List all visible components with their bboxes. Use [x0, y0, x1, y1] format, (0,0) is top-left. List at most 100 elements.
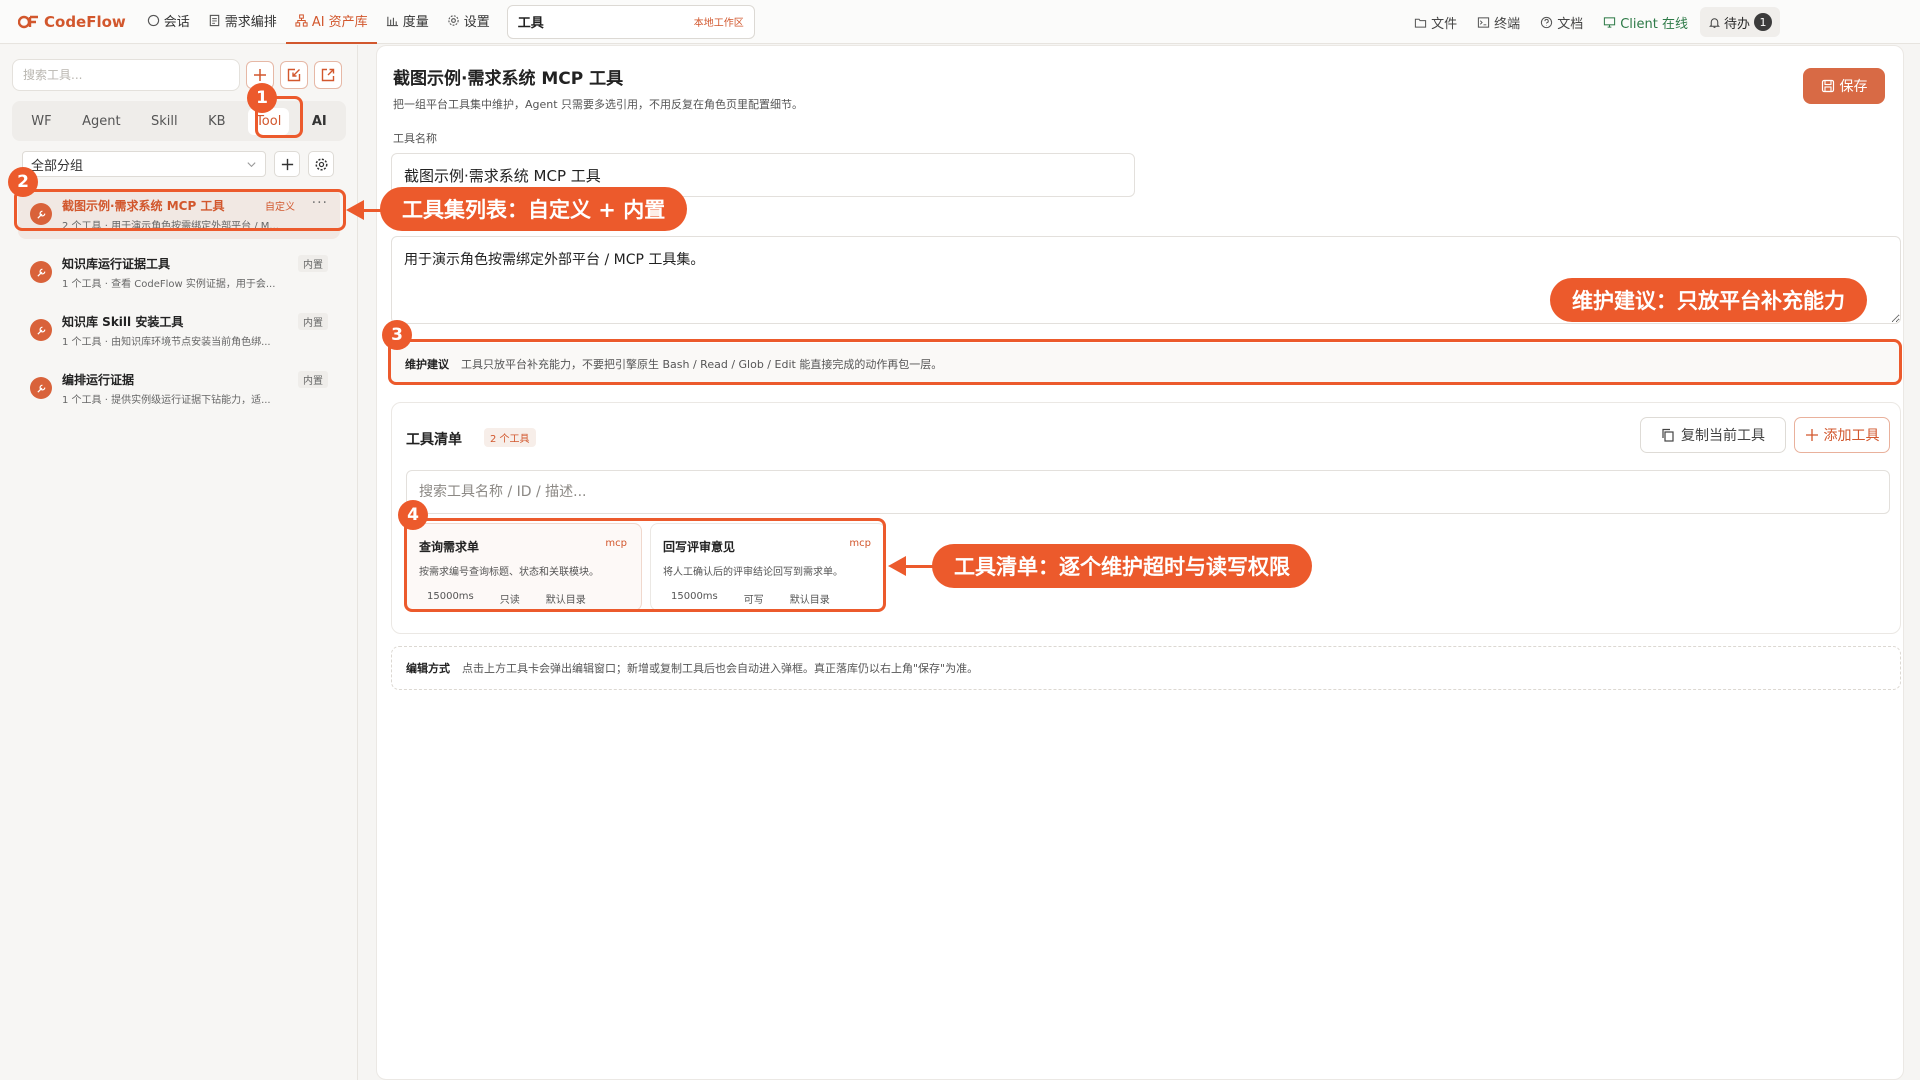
- terminal-button[interactable]: 终端: [1477, 13, 1520, 32]
- document-icon: [209, 14, 220, 27]
- todo-count-badge: 1: [1754, 13, 1772, 31]
- tool-card-desc: 将人工确认后的评审结论回写到需求单。: [663, 567, 843, 578]
- chevron-down-icon: [247, 161, 256, 167]
- asset-type-tabs: WF Agent Skill KB Tool AI: [12, 101, 346, 141]
- tool-card-type: mcp: [849, 538, 871, 549]
- callout-maintenance-tip: 维护建议：只放平台补充能力: [1550, 278, 1867, 322]
- tool-card-timeout: 15000ms: [427, 591, 474, 602]
- arrow-line-list: [362, 209, 382, 212]
- plus-icon: [281, 158, 293, 170]
- tool-list-title: 工具清单: [406, 432, 462, 448]
- group-select[interactable]: 全部分组: [22, 151, 266, 177]
- folder-icon: [1415, 18, 1427, 28]
- sitemap-icon: [295, 14, 308, 27]
- annotation-number-4: 4: [398, 500, 428, 530]
- nav-requirements-label: 需求编排: [224, 15, 277, 30]
- wrench-icon: [30, 319, 52, 341]
- tool-card-permission: 只读: [499, 595, 520, 606]
- type-tab-skill[interactable]: Skill: [143, 108, 186, 135]
- tool-search-input[interactable]: [12, 59, 240, 91]
- chat-bubble-icon: [147, 14, 159, 27]
- group-settings-button[interactable]: [308, 151, 334, 177]
- tool-set-name: 知识库 Skill 安装工具: [62, 315, 184, 329]
- client-status[interactable]: Client 在线: [1603, 13, 1688, 32]
- nav-ai-assets[interactable]: AI 资产库: [285, 0, 377, 44]
- wrench-icon: [30, 261, 52, 283]
- more-icon[interactable]: ···: [312, 195, 328, 211]
- tip-label: 维护建议: [405, 358, 449, 371]
- tool-card-desc: 按需求编号查询标题、状态和关联模块。: [419, 567, 599, 578]
- copy-tool-button[interactable]: 复制当前工具: [1640, 417, 1786, 453]
- tool-set-tag: 内置: [298, 371, 328, 388]
- nav-ai-assets-label: AI 资产库: [311, 15, 368, 30]
- page-title: 截图示例·需求系统 MCP 工具: [393, 69, 624, 89]
- save-label: 保存: [1839, 79, 1868, 95]
- workspace-label: 本地工作区: [693, 18, 744, 29]
- tool-search-field[interactable]: [406, 470, 1890, 514]
- import-button[interactable]: [280, 61, 308, 89]
- terminal-icon: [1478, 16, 1490, 28]
- tool-card-type: mcp: [605, 538, 627, 549]
- tool-set-name: 截图示例·需求系统 MCP 工具: [62, 199, 225, 213]
- bar-chart-icon: [386, 16, 398, 27]
- edit-mode-text: 点击上方工具卡会弹出编辑窗口；新增或复制工具后也会自动进入弹框。真正落库仍以右上…: [462, 662, 979, 675]
- external-link-icon: [321, 68, 335, 82]
- open-tab-label: 工具: [517, 16, 544, 31]
- add-group-button[interactable]: [274, 151, 300, 177]
- tool-set-desc: 1 个工具 · 查看 CodeFlow 实例证据，用于会...: [62, 279, 276, 290]
- add-tool-label: 添加工具: [1823, 428, 1880, 444]
- tool-set-name: 编排运行证据: [62, 373, 135, 387]
- type-tab-tool[interactable]: Tool: [248, 107, 290, 135]
- annotation-number-3: 3: [382, 320, 412, 350]
- add-tool-button[interactable]: 添加工具: [1794, 417, 1890, 453]
- plus-icon: [254, 69, 266, 81]
- maintenance-tip: 维护建议 工具只放平台补充能力，不要把引擎原生 Bash / Read / Gl…: [391, 343, 1901, 385]
- open-tab-tools[interactable]: 工具 本地工作区: [506, 4, 755, 39]
- tool-card[interactable]: 回写评审意见 mcp 将人工确认后的评审结论回写到需求单。 15000ms 可写…: [650, 523, 886, 611]
- save-button[interactable]: 保存: [1803, 68, 1885, 104]
- tool-cards: 查询需求单 mcp 按需求编号查询标题、状态和关联模块。 15000ms 只读 …: [406, 523, 894, 611]
- brand-name: CodeFlow: [44, 12, 126, 31]
- nav-chat[interactable]: 会话: [138, 0, 199, 44]
- tool-name-label: 工具名称: [393, 132, 437, 145]
- tool-card[interactable]: 查询需求单 mcp 按需求编号查询标题、状态和关联模块。 15000ms 只读 …: [406, 523, 642, 611]
- nav-requirements[interactable]: 需求编排: [199, 0, 286, 44]
- type-tab-kb[interactable]: KB: [200, 108, 233, 135]
- bell-icon: [1709, 17, 1720, 28]
- list-item[interactable]: 截图示例·需求系统 MCP 工具 2 个工具 · 用于演示角色按需绑定外部平台 …: [18, 189, 340, 239]
- tool-list-panel: 工具清单 2 个工具 复制当前工具 添加工具 查询需求单 mcp 按需求编号查询…: [391, 402, 1901, 634]
- docs-button[interactable]: 文档: [1540, 13, 1583, 32]
- copy-icon: [1662, 428, 1674, 442]
- tool-set-desc: 1 个工具 · 提供实例级运行证据下钻能力，适...: [62, 395, 271, 406]
- list-item[interactable]: 编排运行证据 1 个工具 · 提供实例级运行证据下钻能力，适... 内置: [18, 363, 340, 413]
- top-nav-bar: CodeFlow 会话 需求编排 AI 资产库 度量 设置 工具 本地工作区 文…: [0, 0, 1920, 44]
- brand[interactable]: CodeFlow: [18, 13, 126, 31]
- type-tab-ai[interactable]: AI: [304, 108, 335, 135]
- main-nav: 会话 需求编排 AI 资产库 度量 设置 工具 本地工作区: [138, 0, 755, 44]
- tool-set-desc: 2 个工具 · 用于演示角色按需绑定外部平台 / M...: [62, 221, 279, 232]
- monitor-icon: [1604, 16, 1616, 28]
- type-tab-wf[interactable]: WF: [23, 108, 59, 135]
- list-item[interactable]: 知识库 Skill 安装工具 1 个工具 · 由知识库环境节点安装当前角色绑..…: [18, 305, 340, 355]
- todo-button[interactable]: 待办 1: [1699, 7, 1780, 37]
- files-button[interactable]: 文件: [1414, 13, 1457, 32]
- tool-count-badge: 2 个工具: [484, 428, 536, 447]
- type-tab-agent[interactable]: Agent: [74, 108, 128, 135]
- tool-set-tag: 内置: [298, 313, 328, 330]
- tool-set-desc: 1 个工具 · 由知识库环境节点安装当前角色绑...: [62, 337, 271, 348]
- gear-icon: [315, 158, 327, 170]
- wrench-icon: [30, 377, 52, 399]
- todo-label: 待办: [1723, 16, 1750, 32]
- list-item[interactable]: 知识库运行证据工具 1 个工具 · 查看 CodeFlow 实例证据，用于会..…: [18, 247, 340, 297]
- tool-set-list: 截图示例·需求系统 MCP 工具 2 个工具 · 用于演示角色按需绑定外部平台 …: [18, 189, 340, 421]
- tool-set-name: 知识库运行证据工具: [62, 257, 171, 271]
- page-subtitle: 把一组平台工具集中维护，Agent 只需要多选引用，不用反复在角色页里配置细节。: [393, 98, 804, 111]
- plus-icon: [1805, 429, 1818, 441]
- nav-metrics[interactable]: 度量: [377, 0, 438, 44]
- save-icon: [1821, 79, 1834, 93]
- import-icon: [287, 68, 301, 82]
- export-button[interactable]: [314, 61, 342, 89]
- tool-card-name: 回写评审意见: [663, 540, 736, 554]
- nav-settings[interactable]: 设置: [438, 0, 499, 44]
- tool-card-directory: 默认目录: [545, 595, 586, 606]
